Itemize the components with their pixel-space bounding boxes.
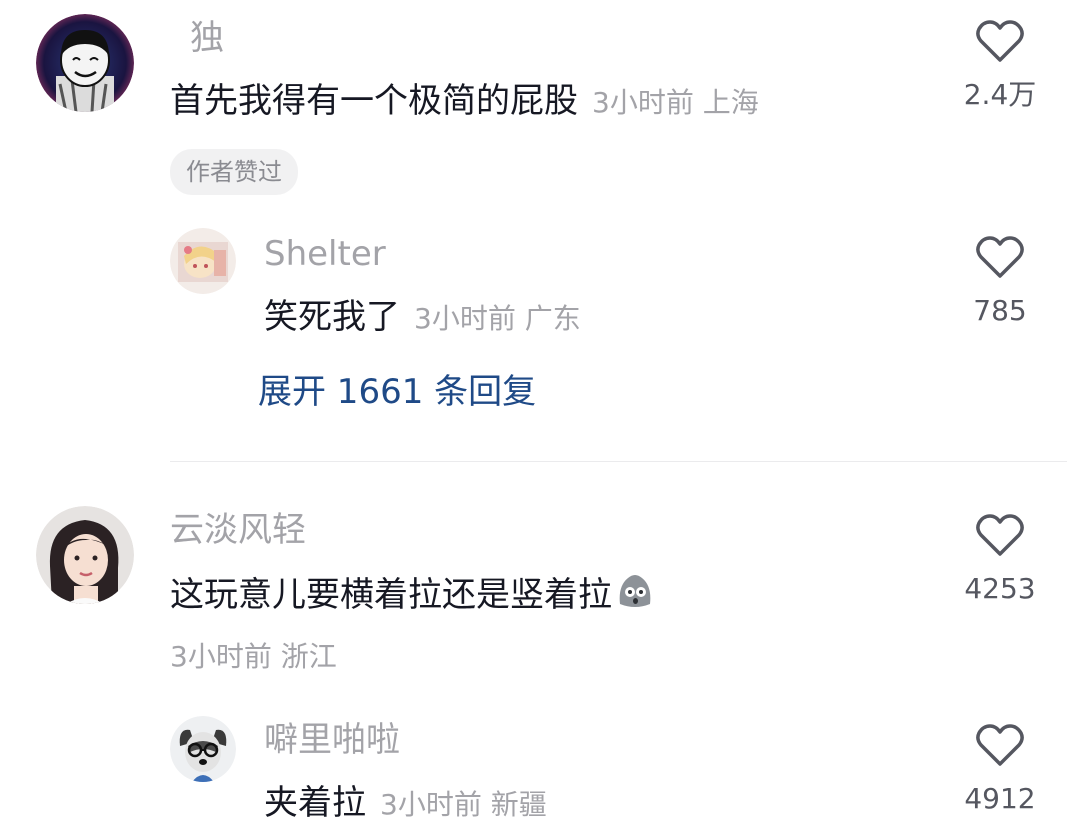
divider <box>170 461 1067 462</box>
reply-username[interactable]: Shelter <box>264 234 386 274</box>
comment-meta: 3小时前 浙江 <box>170 640 337 673</box>
like-count: 4253 <box>964 572 1036 605</box>
heart-outline-icon <box>976 236 1024 278</box>
username[interactable]: 云淡风轻 <box>170 510 306 550</box>
reply-body: 笑死我了 <box>264 297 400 337</box>
reply-like-button[interactable]: 4912 <box>950 724 1050 816</box>
avatar[interactable] <box>36 506 134 604</box>
like-count: 785 <box>973 294 1027 327</box>
reply-like-button[interactable]: 785 <box>950 236 1050 328</box>
like-button[interactable]: 4253 <box>950 514 1050 606</box>
heart-outline-icon <box>976 724 1024 766</box>
username[interactable]: 独 <box>190 18 224 58</box>
like-count: 4912 <box>964 782 1036 815</box>
comment-body: 这玩意儿要横着拉还是竖着拉 <box>170 575 612 615</box>
like-button[interactable]: 2.4万 <box>950 20 1050 112</box>
reply-meta: 3小时前 广东 <box>414 302 581 335</box>
comment-text[interactable]: 这玩意儿要横着拉还是竖着拉 <box>170 570 656 616</box>
comment-body: 首先我得有一个极简的屁股 <box>170 81 578 121</box>
reply-body: 夹着拉 <box>264 783 366 823</box>
heart-outline-icon <box>976 20 1024 62</box>
reply-avatar[interactable] <box>170 716 236 782</box>
expand-replies-link[interactable]: 展开 1661 条回复 <box>258 371 536 413</box>
reply-avatar[interactable] <box>170 228 236 294</box>
author-liked-badge: 作者赞过 <box>170 149 298 195</box>
shocked-face-emoji-icon <box>619 575 651 607</box>
comment-meta: 3小时前 上海 <box>592 86 759 119</box>
comment-text[interactable]: 首先我得有一个极简的屁股 3小时前 上海 <box>170 80 759 124</box>
avatar[interactable] <box>36 14 134 112</box>
reply-meta: 3小时前 新疆 <box>380 788 547 821</box>
reply-text[interactable]: 笑死我了 3小时前 广东 <box>264 296 581 340</box>
reply-username[interactable]: 噼里啪啦 <box>264 720 400 760</box>
reply-text[interactable]: 夹着拉 3小时前 新疆 <box>264 782 547 826</box>
heart-outline-icon <box>976 514 1024 556</box>
like-count: 2.4万 <box>963 78 1037 111</box>
